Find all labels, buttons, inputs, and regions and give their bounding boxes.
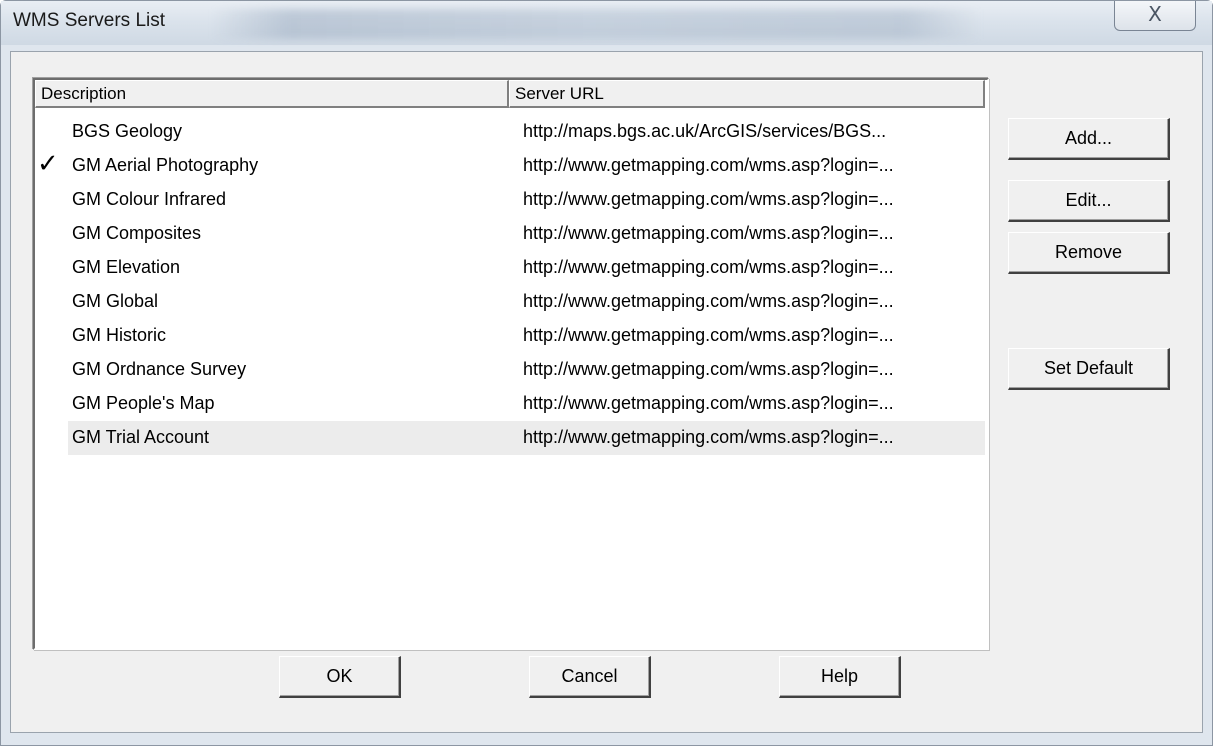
row-server-url: http://www.getmapping.com/wms.asp?login=… [523, 189, 894, 209]
dialog-body: Description Server URL BGS Geology http:/… [10, 51, 1203, 733]
row-description: GM Colour Infrared [72, 189, 227, 209]
checkmark-icon: ✓ [37, 149, 59, 179]
row-description: GM Aerial Photography [72, 155, 259, 175]
table-row[interactable]: GM Composites http://www.getmapping.com/w… [35, 217, 987, 251]
dialog-title: WMS Servers List [13, 10, 166, 31]
column-header-description[interactable]: Description [35, 80, 509, 108]
ok-button[interactable]: OK [279, 656, 401, 698]
column-header-server-url[interactable]: Server URL [509, 80, 985, 108]
row-description: GM Global [72, 291, 159, 311]
table-row[interactable]: GM People's Map http://www.getmapping.com… [35, 387, 987, 421]
help-button[interactable]: Help [779, 656, 901, 698]
row-server-url: http://www.getmapping.com/wms.asp?login=… [523, 223, 894, 243]
title-bar-background [211, 9, 981, 39]
edit-button[interactable]: Edit... [1008, 180, 1170, 222]
row-server-url: http://www.getmapping.com/wms.asp?login=… [523, 291, 894, 311]
set-default-button[interactable]: Set Default [1008, 348, 1170, 390]
table-row[interactable]: GM Global http://www.getmapping.com/wms.a… [35, 285, 987, 319]
table-row[interactable]: BGS Geology http://maps.bgs.ac.uk/ArcGIS/… [35, 115, 987, 149]
table-row[interactable]: GM Ordnance Survey http://www.getmapping.… [35, 353, 987, 387]
row-description: GM Elevation [72, 257, 181, 277]
close-icon: X [1148, 1, 1162, 26]
row-description: GM Historic [72, 325, 166, 345]
cancel-button[interactable]: Cancel [529, 656, 651, 698]
list-rows: BGS Geology http://maps.bgs.ac.uk/ArcGIS/… [35, 115, 987, 455]
servers-list[interactable]: Description Server URL BGS Geology http:/… [33, 78, 989, 650]
row-description: BGS Geology [72, 121, 183, 141]
close-button[interactable]: X [1114, 1, 1196, 31]
table-row[interactable]: GM Historic http://www.getmapping.com/wms… [35, 319, 987, 353]
add-button[interactable]: Add... [1008, 118, 1170, 160]
remove-button[interactable]: Remove [1008, 232, 1170, 274]
table-row[interactable]: GM Elevation http://www.getmapping.com/wm… [35, 251, 987, 285]
table-row[interactable]: GM Trial Account http://www.getmapping.co… [35, 421, 987, 455]
table-row[interactable]: GM Colour Infrared http://www.getmapping.… [35, 183, 987, 217]
row-description: GM Trial Account [72, 427, 210, 447]
row-server-url: http://maps.bgs.ac.uk/ArcGIS/services/BG… [523, 121, 887, 141]
row-description: GM People's Map [72, 393, 215, 413]
row-server-url: http://www.getmapping.com/wms.asp?login=… [523, 257, 894, 277]
row-description: GM Composites [72, 223, 202, 243]
row-description: GM Ordnance Survey [72, 359, 247, 379]
row-server-url: http://www.getmapping.com/wms.asp?login=… [523, 155, 894, 175]
wms-servers-dialog: WMS Servers List X Description Server UR… [0, 0, 1213, 746]
row-server-url: http://www.getmapping.com/wms.asp?login=… [523, 359, 894, 379]
row-server-url: http://www.getmapping.com/wms.asp?login=… [523, 427, 894, 447]
row-server-url: http://www.getmapping.com/wms.asp?login=… [523, 325, 894, 345]
title-bar[interactable]: WMS Servers List X [1, 1, 1212, 45]
list-header: Description Server URL [35, 80, 987, 108]
table-row[interactable]: ✓ GM Aerial Photography http://www.getmapp… [35, 149, 987, 183]
row-server-url: http://www.getmapping.com/wms.asp?login=… [523, 393, 894, 413]
